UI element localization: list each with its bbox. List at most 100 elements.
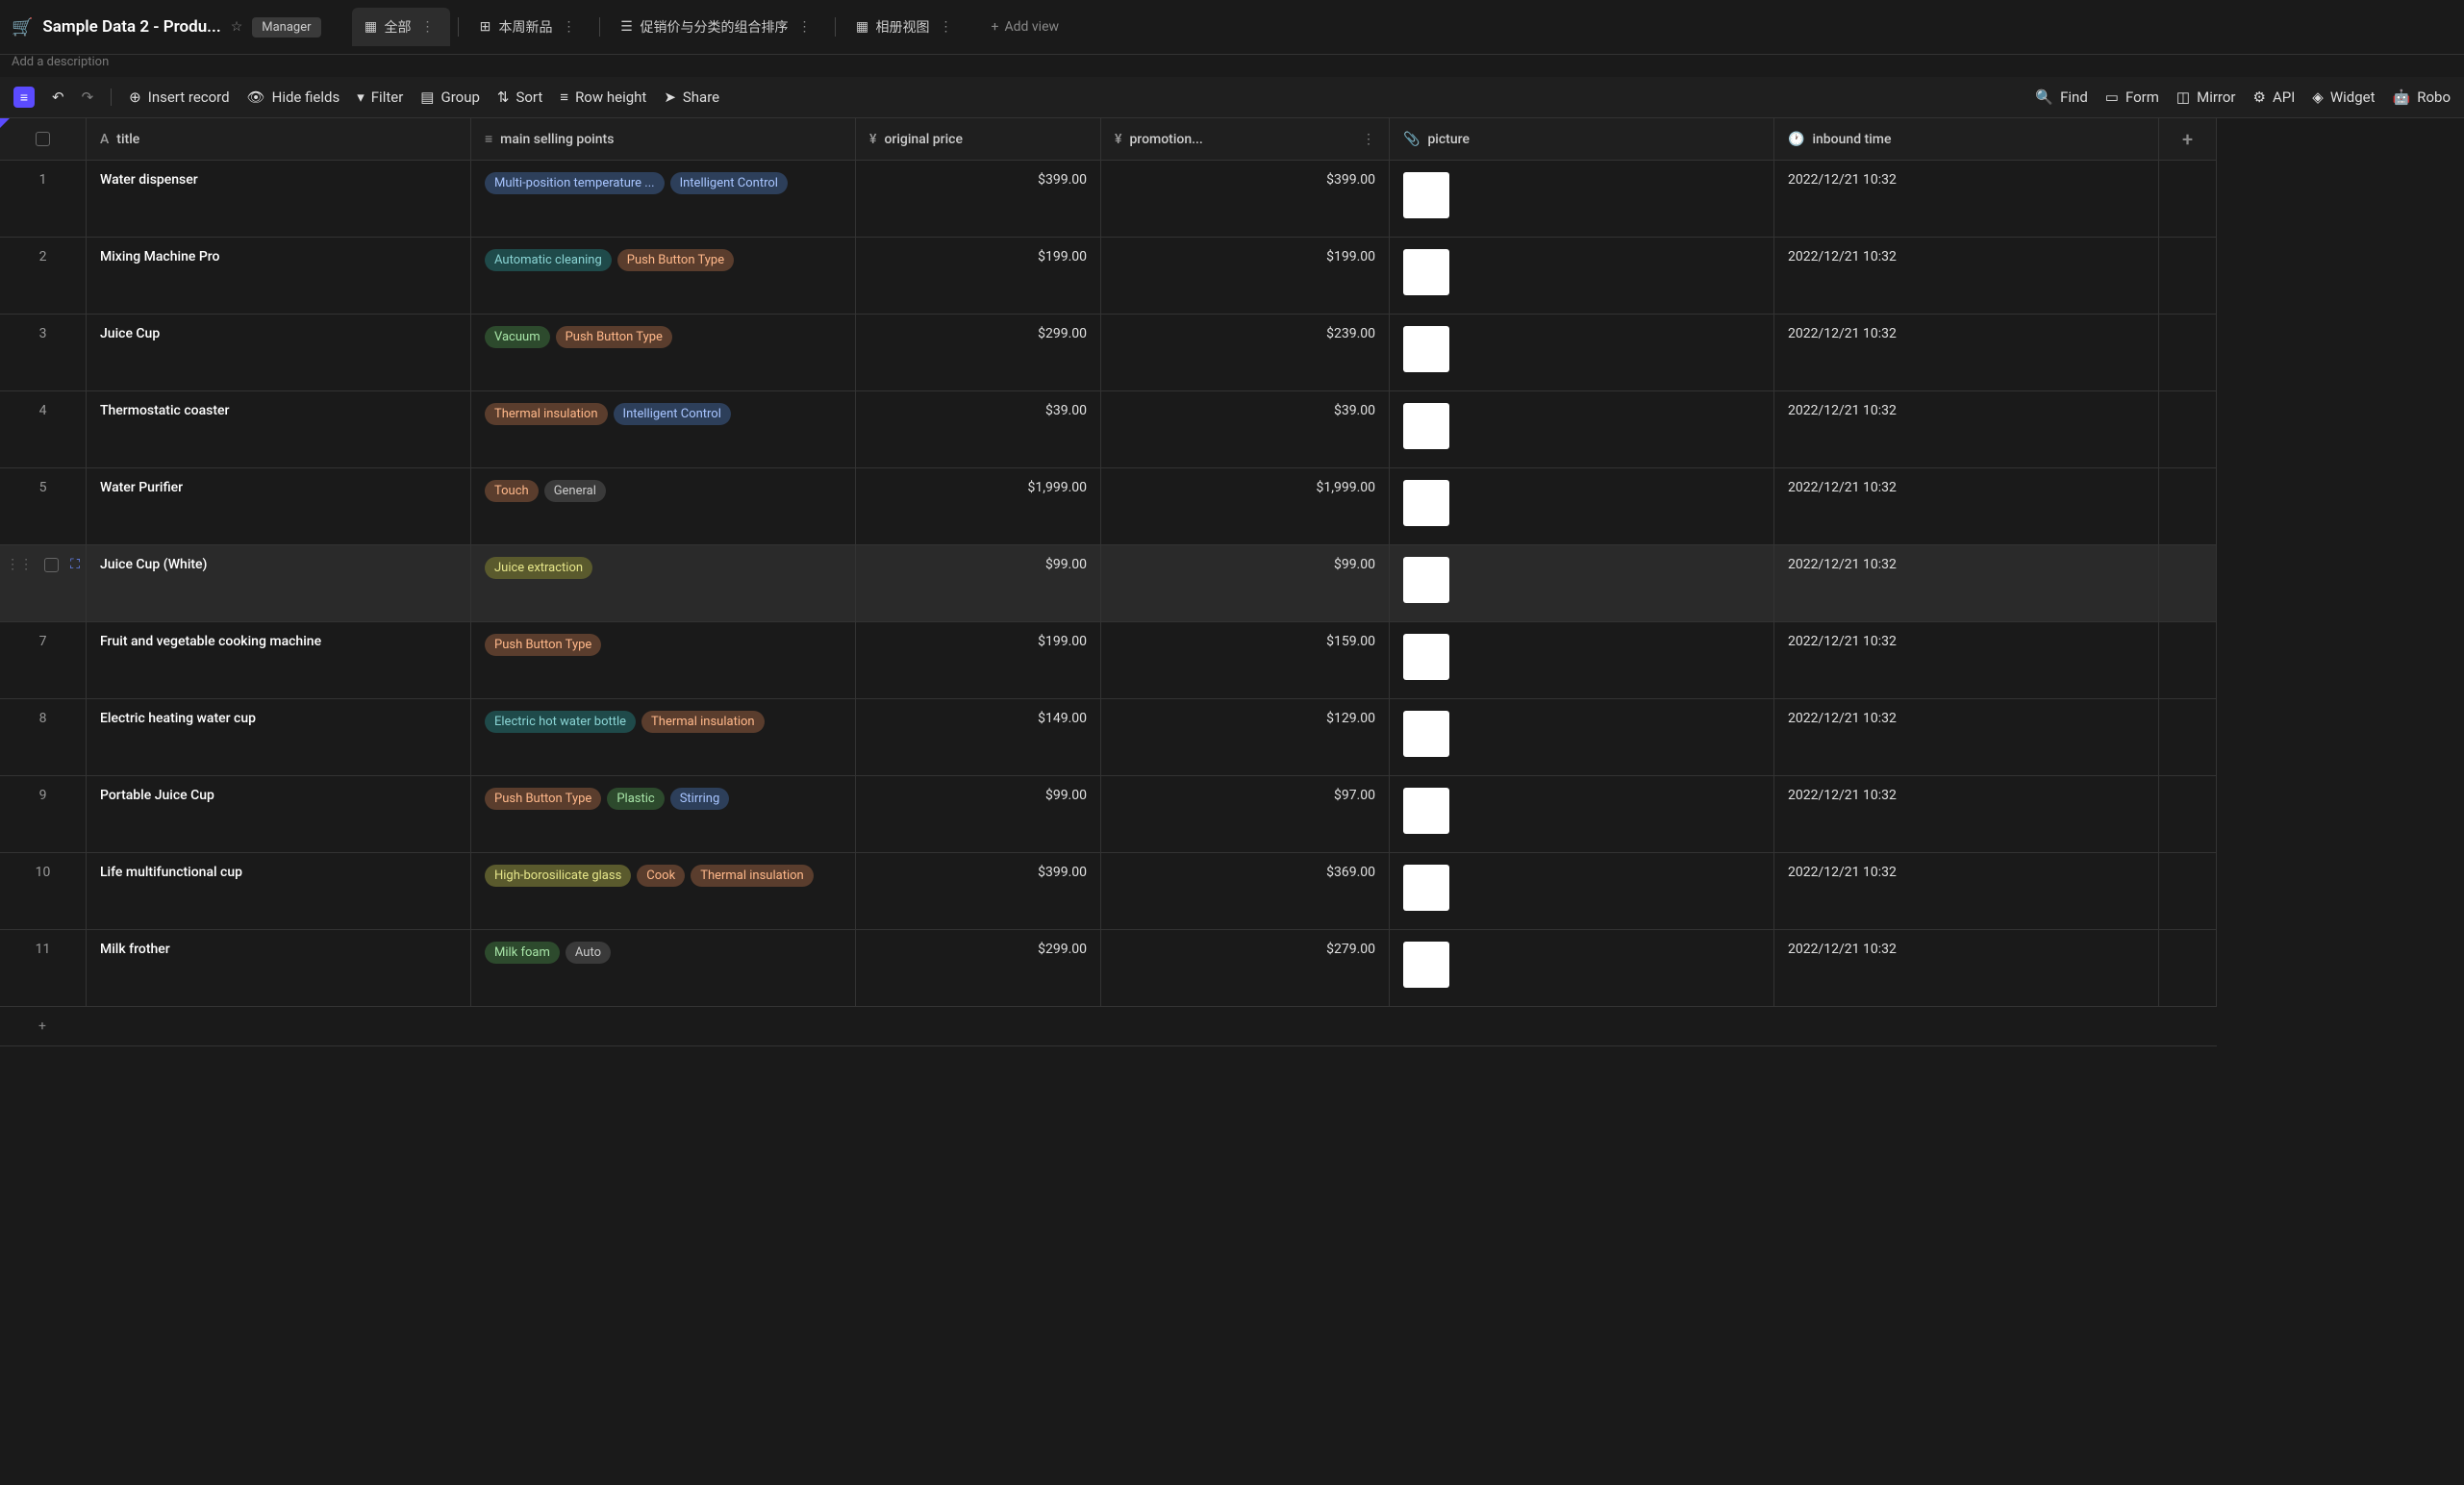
cell-title[interactable]: Mixing Machine Pro [87, 238, 471, 315]
picture-thumbnail[interactable] [1403, 788, 1449, 834]
row-number[interactable]: ⋮⋮ ⛶ [0, 545, 87, 622]
cell-inbound-time[interactable]: 2022/12/21 10:32 [1774, 315, 2159, 391]
add-column-button[interactable]: + [2159, 118, 2217, 161]
add-row-button[interactable]: + [0, 1007, 2217, 1046]
cell-title[interactable]: Juice Cup (White) [87, 545, 471, 622]
cell-promo-price[interactable]: $399.00 [1101, 161, 1390, 238]
cell-tags[interactable]: Automatic cleaningPush Button Type [471, 238, 856, 315]
star-icon[interactable]: ☆ [231, 19, 243, 35]
find-button[interactable]: 🔍Find [2035, 88, 2087, 106]
cell-original-price[interactable]: $1,999.00 [856, 468, 1101, 545]
description-placeholder[interactable]: Add a description [0, 55, 2464, 77]
column-header-inbound[interactable]: 🕐inbound time [1774, 118, 2159, 161]
cell-original-price[interactable]: $399.00 [856, 161, 1101, 238]
cell-title[interactable]: Electric heating water cup [87, 699, 471, 776]
cell-tags[interactable]: Multi-position temperature ...Intelligen… [471, 161, 856, 238]
cell-inbound-time[interactable]: 2022/12/21 10:32 [1774, 468, 2159, 545]
row-height-button[interactable]: ≡Row height [560, 88, 646, 106]
cell-inbound-time[interactable]: 2022/12/21 10:32 [1774, 391, 2159, 468]
cell-inbound-time[interactable]: 2022/12/21 10:32 [1774, 776, 2159, 853]
cell-tags[interactable]: VacuumPush Button Type [471, 315, 856, 391]
row-number[interactable]: 4 [0, 391, 87, 468]
api-button[interactable]: ⚙API [2253, 88, 2296, 106]
cell-title[interactable]: Milk frother [87, 930, 471, 1007]
row-number[interactable]: 11 [0, 930, 87, 1007]
tab-more-icon[interactable]: ⋮ [417, 15, 439, 38]
picture-thumbnail[interactable] [1403, 480, 1449, 526]
add-view-button[interactable]: + Add view [980, 12, 1070, 42]
cell-title[interactable]: Thermostatic coaster [87, 391, 471, 468]
cell-promo-price[interactable]: $239.00 [1101, 315, 1390, 391]
view-tab-2[interactable]: ☰促销价与分类的组合排序⋮ [608, 8, 827, 46]
cell-promo-price[interactable]: $159.00 [1101, 622, 1390, 699]
expand-icon[interactable]: ⛶ [70, 557, 80, 572]
cell-picture[interactable] [1390, 853, 1774, 930]
cell-inbound-time[interactable]: 2022/12/21 10:32 [1774, 699, 2159, 776]
column-header-points[interactable]: ≡main selling points [471, 118, 856, 161]
cell-promo-price[interactable]: $279.00 [1101, 930, 1390, 1007]
view-tab-3[interactable]: ▦相册视图⋮ [843, 8, 968, 46]
cell-inbound-time[interactable]: 2022/12/21 10:32 [1774, 853, 2159, 930]
cell-original-price[interactable]: $199.00 [856, 238, 1101, 315]
cell-original-price[interactable]: $199.00 [856, 622, 1101, 699]
column-header-title[interactable]: Atitle [87, 118, 471, 161]
cell-title[interactable]: Water Purifier [87, 468, 471, 545]
cell-original-price[interactable]: $99.00 [856, 545, 1101, 622]
cell-promo-price[interactable]: $129.00 [1101, 699, 1390, 776]
form-button[interactable]: ▭Form [2105, 88, 2159, 106]
row-number[interactable]: 2 [0, 238, 87, 315]
row-number[interactable]: 8 [0, 699, 87, 776]
cell-title[interactable]: Juice Cup [87, 315, 471, 391]
redo-button[interactable]: ↷ [82, 88, 94, 106]
cell-picture[interactable] [1390, 776, 1774, 853]
tab-more-icon[interactable]: ⋮ [936, 15, 957, 38]
cell-picture[interactable] [1390, 391, 1774, 468]
cell-original-price[interactable]: $299.00 [856, 315, 1101, 391]
cell-original-price[interactable]: $149.00 [856, 699, 1101, 776]
cell-title[interactable]: Water dispenser [87, 161, 471, 238]
insert-record-button[interactable]: ⊕Insert record [129, 88, 229, 106]
mirror-button[interactable]: ◫Mirror [2176, 88, 2236, 106]
row-number[interactable]: 7 [0, 622, 87, 699]
cell-tags[interactable]: Milk foamAuto [471, 930, 856, 1007]
hide-fields-button[interactable]: 👁Hide fields [247, 88, 340, 106]
column-header-original[interactable]: ¥original price [856, 118, 1101, 161]
cell-promo-price[interactable]: $199.00 [1101, 238, 1390, 315]
cell-promo-price[interactable]: $39.00 [1101, 391, 1390, 468]
widget-button[interactable]: ◈Widget [2312, 88, 2375, 106]
cell-tags[interactable]: Electric hot water bottleThermal insulat… [471, 699, 856, 776]
cell-picture[interactable] [1390, 930, 1774, 1007]
cell-picture[interactable] [1390, 699, 1774, 776]
picture-thumbnail[interactable] [1403, 249, 1449, 295]
picture-thumbnail[interactable] [1403, 634, 1449, 680]
cell-inbound-time[interactable]: 2022/12/21 10:32 [1774, 545, 2159, 622]
cell-tags[interactable]: High-borosilicate glassCookThermal insul… [471, 853, 856, 930]
cell-tags[interactable]: Thermal insulationIntelligent Control [471, 391, 856, 468]
select-all-corner[interactable] [0, 118, 87, 161]
row-number[interactable]: 1 [0, 161, 87, 238]
row-checkbox[interactable] [44, 558, 59, 572]
cell-title[interactable]: Life multifunctional cup [87, 853, 471, 930]
picture-thumbnail[interactable] [1403, 557, 1449, 603]
picture-thumbnail[interactable] [1403, 865, 1449, 911]
cell-promo-price[interactable]: $1,999.00 [1101, 468, 1390, 545]
cell-inbound-time[interactable]: 2022/12/21 10:32 [1774, 930, 2159, 1007]
robot-button[interactable]: 🤖Robo [2393, 88, 2451, 106]
cell-original-price[interactable]: $399.00 [856, 853, 1101, 930]
drag-handle-icon[interactable]: ⋮⋮ [6, 557, 33, 572]
cell-picture[interactable] [1390, 545, 1774, 622]
menu-toggle[interactable]: ≡ [13, 87, 35, 108]
cell-original-price[interactable]: $39.00 [856, 391, 1101, 468]
cell-picture[interactable] [1390, 622, 1774, 699]
cell-title[interactable]: Portable Juice Cup [87, 776, 471, 853]
row-number[interactable]: 10 [0, 853, 87, 930]
row-number[interactable]: 5 [0, 468, 87, 545]
row-number[interactable]: 9 [0, 776, 87, 853]
column-header-picture[interactable]: 📎picture [1390, 118, 1774, 161]
cell-tags[interactable]: Push Button Type [471, 622, 856, 699]
view-tab-0[interactable]: ▦全部⋮ [352, 8, 450, 46]
cell-promo-price[interactable]: $99.00 [1101, 545, 1390, 622]
cell-picture[interactable] [1390, 468, 1774, 545]
cell-inbound-time[interactable]: 2022/12/21 10:32 [1774, 161, 2159, 238]
cell-tags[interactable]: Juice extraction [471, 545, 856, 622]
